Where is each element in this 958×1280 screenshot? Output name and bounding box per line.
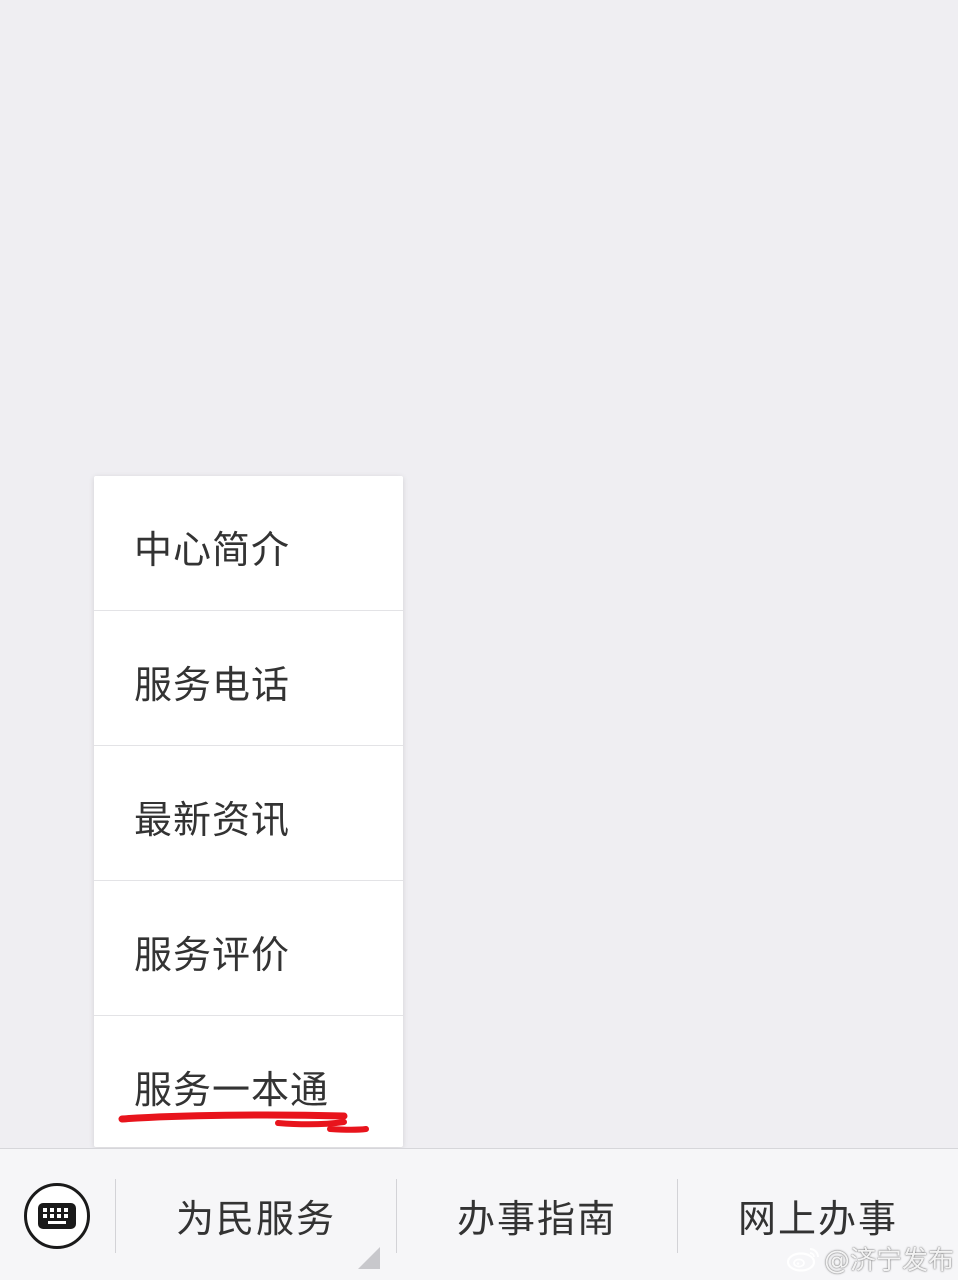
tab-label: 办事指南	[456, 1196, 617, 1241]
keyboard-toggle-button[interactable]	[24, 1183, 90, 1249]
watermark-text: @济宁发布	[824, 1246, 955, 1276]
tab-label: 网上办事	[737, 1196, 898, 1241]
menu-item-center-intro[interactable]: 中心简介	[94, 476, 403, 611]
weibo-watermark: @济宁发布	[786, 1240, 954, 1277]
tab-label: 为民服务	[175, 1196, 336, 1241]
submenu-popup: 中心简介 服务电话 最新资讯 服务评价 服务一本通	[94, 476, 403, 1147]
menu-item-label: 中心简介	[134, 528, 291, 572]
menu-item-label: 服务电话	[134, 663, 291, 707]
keyboard-icon	[38, 1203, 76, 1229]
tab-service-guide[interactable]: 办事指南	[397, 1149, 677, 1280]
weibo-icon	[786, 1247, 819, 1272]
menu-item-service-evaluation[interactable]: 服务评价	[94, 881, 403, 1016]
menu-item-label: 最新资讯	[134, 798, 291, 842]
menu-item-label: 服务评价	[134, 933, 291, 977]
submenu-indicator-icon	[358, 1247, 380, 1269]
red-underline-annotation	[118, 1111, 369, 1133]
chat-screen: 中心简介 服务电话 最新资讯 服务评价 服务一本通 为民服务 办事指南 网上办事…	[0, 0, 958, 1280]
tab-citizen-services[interactable]: 为民服务	[116, 1149, 396, 1280]
menu-item-latest-news[interactable]: 最新资讯	[94, 746, 403, 881]
menu-item-service-phone[interactable]: 服务电话	[94, 611, 403, 746]
